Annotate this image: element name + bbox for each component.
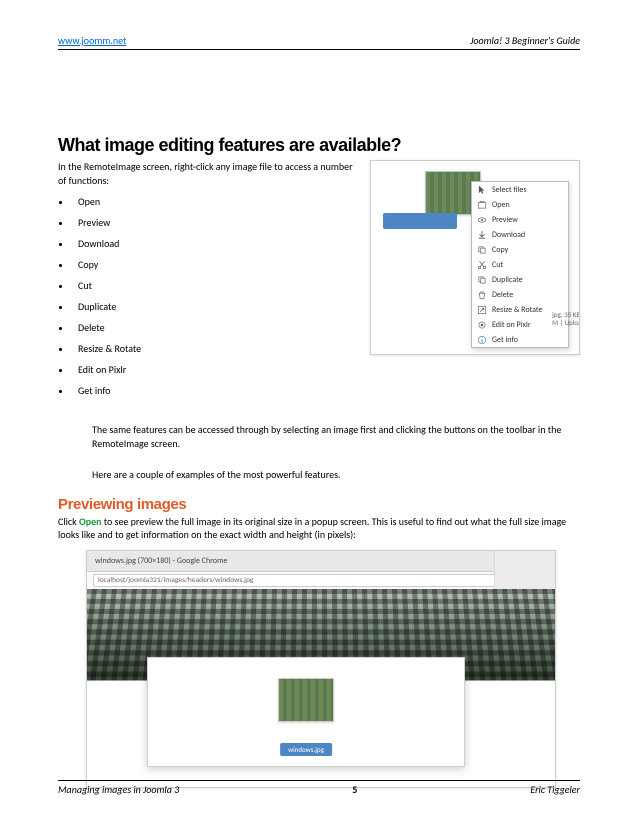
list-item: Duplicate — [72, 300, 358, 313]
menu-item-preview[interactable]: Preview — [472, 212, 568, 227]
followup-paragraph-2: Here are a couple of examples of the mos… — [92, 468, 580, 482]
menu-item-duplicate[interactable]: Duplicate — [472, 272, 568, 287]
trash-icon — [477, 290, 487, 300]
subsection-heading: Previewing images — [58, 496, 580, 513]
footer-author: Eric Tiggeler — [530, 783, 580, 796]
list-item: Resize & Rotate — [72, 342, 358, 355]
side-info: jpg, 35 KB M | Upload — [552, 311, 580, 328]
page: www.joomm.net Joomla! 3 Beginner's Guide… — [0, 0, 638, 826]
menu-label: Cut — [492, 260, 503, 270]
menu-item-cut[interactable]: Cut — [472, 257, 568, 272]
list-item: Download — [72, 237, 358, 250]
feature-list: Open Preview Download Copy Cut Duplicate… — [72, 195, 358, 397]
page-header: www.joomm.net Joomla! 3 Beginner's Guide — [58, 34, 580, 50]
popup-filename-label: windows.jpg — [280, 743, 332, 756]
url-field[interactable]: localhost/joomla321/images/headers/windo… — [93, 574, 549, 587]
section-heading: What image editing features are availabl… — [58, 135, 580, 156]
menu-label: Resize & Rotate — [492, 305, 543, 315]
pixlr-icon — [477, 320, 487, 330]
menu-label: Select files — [492, 185, 527, 195]
cut-icon — [477, 260, 487, 270]
preview-screenshot: admin windows.jpg (700×180) - Google Chr… — [86, 550, 556, 788]
menu-label: Open — [492, 200, 510, 210]
menu-item-copy[interactable]: Copy — [472, 242, 568, 257]
menu-item-download[interactable]: Download — [472, 227, 568, 242]
menu-label: Delete — [492, 290, 513, 300]
list-item: Edit on Pixlr — [72, 363, 358, 376]
open-icon — [477, 200, 487, 210]
info-icon — [477, 335, 487, 345]
menu-item-open[interactable]: Open — [472, 197, 568, 212]
list-item: Preview — [72, 216, 358, 229]
menu-label: Get info — [492, 335, 518, 345]
menu-item-getinfo[interactable]: Get info — [472, 332, 568, 347]
open-keyword: Open — [79, 515, 102, 528]
copy-icon — [477, 245, 487, 255]
guide-title: Joomla! 3 Beginner's Guide — [470, 34, 580, 47]
download-icon — [477, 230, 487, 240]
eye-icon — [477, 215, 487, 225]
window-title: windows.jpg (700×180) - Google Chrome — [95, 556, 521, 566]
followup-paragraph-1: The same features can be accessed throug… — [92, 423, 580, 450]
list-item: Copy — [72, 258, 358, 271]
page-number: 5 — [352, 783, 357, 796]
preview-popup: windows.jpg — [147, 657, 465, 767]
menu-label: Duplicate — [492, 275, 523, 285]
site-link[interactable]: www.joomm.net — [58, 34, 126, 47]
list-item: Get info — [72, 384, 358, 397]
cursor-icon — [477, 185, 487, 195]
menu-label: Download — [492, 230, 525, 240]
two-column-layout: In the RemoteImage screen, right-click a… — [58, 160, 580, 405]
intro-text: In the RemoteImage screen, right-click a… — [58, 160, 358, 187]
thumbnail-caption — [383, 213, 457, 229]
list-item: Open — [72, 195, 358, 208]
duplicate-icon — [477, 275, 487, 285]
menu-item-delete[interactable]: Delete — [472, 287, 568, 302]
menu-label: Preview — [492, 215, 518, 225]
resize-icon — [477, 305, 487, 315]
popup-thumbnail — [278, 678, 334, 722]
page-footer: Managing images in Joomla 3 5 Eric Tigge… — [58, 780, 580, 796]
list-item: Delete — [72, 321, 358, 334]
list-item: Cut — [72, 279, 358, 292]
context-menu-screenshot: Select files Open Preview Download — [370, 160, 580, 355]
menu-label: Copy — [492, 245, 508, 255]
menu-label: Edit on Pixlr — [492, 320, 531, 330]
chrome-titlebar: windows.jpg (700×180) - Google Chrome × — [87, 551, 555, 572]
preview-paragraph: Click Open to see preview the full image… — [58, 515, 580, 542]
menu-item-select[interactable]: Select files — [472, 182, 568, 197]
footer-left: Managing images in Joomla 3 — [58, 783, 179, 796]
